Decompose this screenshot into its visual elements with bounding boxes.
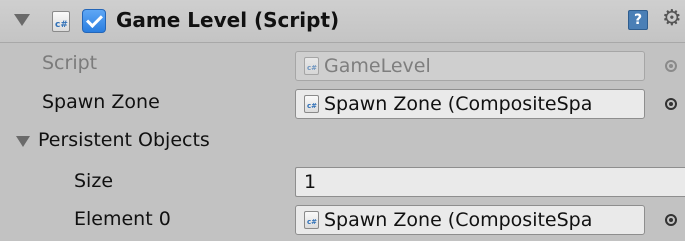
object-picker-icon[interactable] bbox=[665, 214, 677, 226]
gear-icon[interactable]: ⚙ bbox=[662, 6, 685, 32]
script-asset-icon bbox=[304, 95, 319, 113]
script-field: GameLevel bbox=[295, 51, 645, 81]
persistent-objects-label[interactable]: Persistent Objects bbox=[38, 129, 210, 151]
foldout-arrow-icon[interactable] bbox=[16, 136, 30, 147]
csharp-script-icon bbox=[52, 11, 70, 32]
script-asset-icon bbox=[304, 211, 319, 229]
object-picker-icon bbox=[665, 60, 677, 72]
size-input-value: 1 bbox=[304, 171, 317, 193]
script-field-value: GameLevel bbox=[324, 55, 431, 77]
spawn-zone-field-value: Spawn Zone (CompositeSpa bbox=[324, 93, 593, 115]
spawn-zone-label: Spawn Zone bbox=[42, 91, 160, 113]
script-asset-icon bbox=[304, 57, 319, 75]
component-header[interactable]: Game Level (Script) ? ⚙ bbox=[0, 0, 685, 43]
component-enabled-checkbox[interactable] bbox=[82, 9, 106, 33]
size-input[interactable]: 1 bbox=[295, 167, 685, 197]
element-0-field-value: Spawn Zone (CompositeSpa bbox=[324, 209, 593, 231]
spawn-zone-field[interactable]: Spawn Zone (CompositeSpa bbox=[295, 89, 645, 119]
size-label: Size bbox=[74, 170, 114, 192]
script-label: Script bbox=[42, 52, 98, 74]
object-picker-icon[interactable] bbox=[665, 98, 677, 110]
element-0-label: Element 0 bbox=[74, 208, 171, 230]
element-0-field[interactable]: Spawn Zone (CompositeSpa bbox=[295, 205, 645, 235]
foldout-arrow-icon[interactable] bbox=[14, 14, 30, 26]
inspector-component-panel: Game Level (Script) ? ⚙ Script GameLevel… bbox=[0, 0, 685, 241]
help-icon[interactable]: ? bbox=[628, 10, 648, 30]
component-title: Game Level (Script) bbox=[116, 8, 340, 32]
